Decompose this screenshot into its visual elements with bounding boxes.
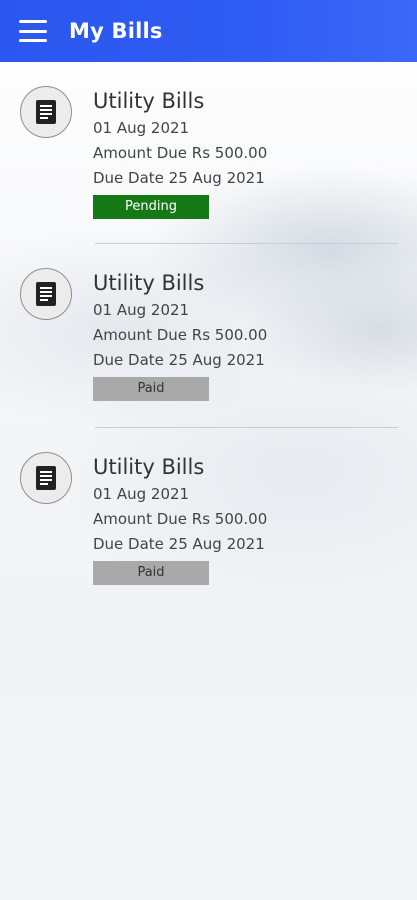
- menu-bar-line: [19, 39, 47, 42]
- bill-date: 01 Aug 2021: [93, 301, 190, 319]
- menu-bar-line: [19, 29, 47, 33]
- bill-title: Utility Bills: [93, 89, 205, 113]
- status-badge: Paid: [93, 377, 209, 401]
- hamburger-menu-icon[interactable]: [19, 20, 47, 42]
- menu-bar-line: [19, 20, 47, 23]
- bill-date: 01 Aug 2021: [93, 119, 190, 137]
- bill-due-date: Due Date 25 Aug 2021: [93, 169, 265, 187]
- bill-item[interactable]: Utility Bills 01 Aug 2021 Amount Due Rs …: [0, 62, 417, 244]
- status-badge: Pending: [93, 195, 209, 219]
- app-bar: My Bills: [0, 0, 417, 62]
- status-badge: Paid: [93, 561, 209, 585]
- bill-document-icon: [20, 268, 72, 320]
- bill-amount-due: Amount Due Rs 500.00: [93, 510, 268, 528]
- bill-date: 01 Aug 2021: [93, 485, 190, 503]
- bill-item[interactable]: Utility Bills 01 Aug 2021 Amount Due Rs …: [0, 244, 417, 428]
- bill-amount-due: Amount Due Rs 500.00: [93, 326, 268, 344]
- bill-title: Utility Bills: [93, 271, 205, 295]
- bill-document-icon: [20, 86, 72, 138]
- bill-due-date: Due Date 25 Aug 2021: [93, 535, 265, 553]
- bill-document-icon: [20, 452, 72, 504]
- bill-title: Utility Bills: [93, 455, 205, 479]
- bill-item[interactable]: Utility Bills 01 Aug 2021 Amount Due Rs …: [0, 428, 417, 610]
- bills-list: Utility Bills 01 Aug 2021 Amount Due Rs …: [0, 62, 417, 610]
- bill-amount-due: Amount Due Rs 500.00: [93, 144, 268, 162]
- bill-due-date: Due Date 25 Aug 2021: [93, 351, 265, 369]
- page-title: My Bills: [69, 19, 163, 43]
